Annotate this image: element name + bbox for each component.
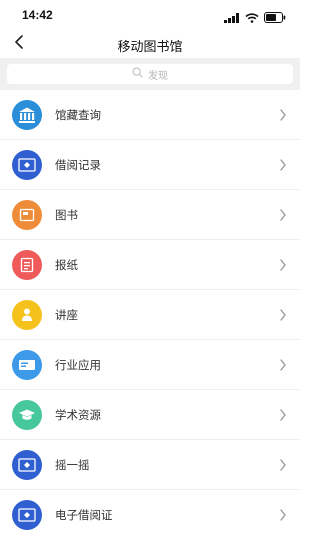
search-placeholder: 发现 — [148, 70, 168, 82]
nav-bar: 移动图书馆 — [0, 30, 300, 58]
chevron-right-icon — [278, 107, 288, 123]
menu-item-label: 学术资源 — [55, 410, 101, 422]
status-bar: 14:42 — [0, 0, 300, 30]
graduation-cap-icon — [12, 400, 42, 430]
search-bar: 发现 — [0, 58, 300, 90]
menu-item-label: 借阅记录 — [55, 160, 101, 172]
status-icons — [224, 10, 286, 28]
menu-item-industry-apps[interactable]: 行业应用 — [0, 340, 300, 390]
card-icon — [12, 350, 42, 380]
menu-item-label: 报纸 — [55, 260, 78, 272]
menu-item-academic-resources[interactable]: 学术资源 — [0, 390, 300, 440]
menu-item-label: 摇一摇 — [55, 460, 90, 472]
chevron-right-icon — [278, 257, 288, 273]
menu-item-label: 图书 — [55, 210, 78, 222]
chevron-right-icon — [278, 507, 288, 523]
menu-item-borrow-records[interactable]: 借阅记录 — [0, 140, 300, 190]
menu-item-e-library-card[interactable]: 电子借阅证 — [0, 490, 300, 533]
search-input[interactable]: 发现 — [7, 64, 293, 84]
menu-item-label: 讲座 — [55, 310, 78, 322]
battery-icon — [264, 10, 286, 28]
status-time: 14:42 — [22, 8, 53, 22]
speaker-icon — [12, 300, 42, 330]
newspaper-icon — [12, 250, 42, 280]
screen-icon — [12, 450, 42, 480]
menu-item-collection-search[interactable]: 馆藏查询 — [0, 90, 300, 140]
chevron-right-icon — [278, 307, 288, 323]
page-title: 移动图书馆 — [117, 39, 183, 54]
chevron-right-icon — [278, 407, 288, 423]
screen-icon — [12, 150, 42, 180]
chevron-right-icon — [278, 207, 288, 223]
signal-icon — [224, 10, 240, 28]
menu-item-books[interactable]: 图书 — [0, 190, 300, 240]
chevron-right-icon — [278, 457, 288, 473]
menu-item-lectures[interactable]: 讲座 — [0, 290, 300, 340]
chevron-right-icon — [278, 157, 288, 173]
menu-item-label: 行业应用 — [55, 360, 101, 372]
screen-icon — [12, 500, 42, 530]
wifi-icon — [245, 10, 259, 28]
menu-item-label: 电子借阅证 — [55, 510, 113, 522]
library-icon — [12, 100, 42, 130]
chevron-right-icon — [278, 357, 288, 373]
search-icon — [132, 65, 143, 83]
menu-item-newspapers[interactable]: 报纸 — [0, 240, 300, 290]
menu-item-shake[interactable]: 摇一摇 — [0, 440, 300, 490]
menu-item-label: 馆藏查询 — [55, 110, 101, 122]
book-icon — [12, 200, 42, 230]
menu-list: 馆藏查询 借阅记录 图书 报纸 讲座 行业应用 学术资源 摇一摇 电子借阅证 — [0, 90, 300, 533]
